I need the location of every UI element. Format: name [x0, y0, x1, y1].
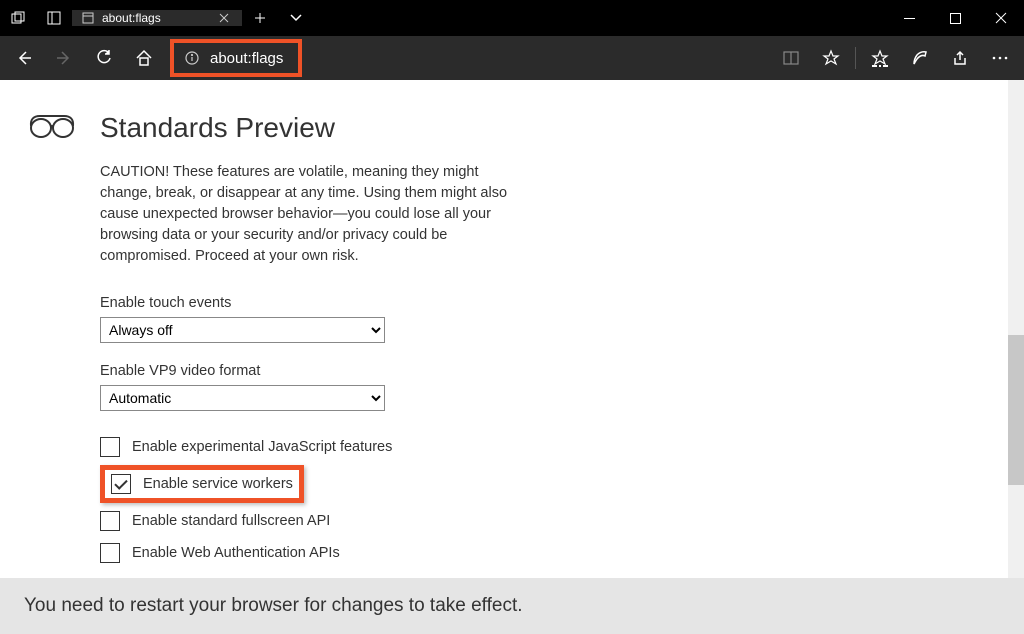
add-favorite-icon[interactable]: [811, 38, 851, 78]
address-bar-highlight: about:flags: [170, 39, 302, 77]
set-aside-tabs-icon[interactable]: [0, 11, 36, 25]
checkbox-row-fullscreen[interactable]: Enable standard fullscreen API: [100, 505, 520, 537]
more-icon[interactable]: [980, 38, 1020, 78]
checkbox[interactable]: [100, 543, 120, 563]
checkbox-label: Enable Web Authentication APIs: [132, 545, 340, 561]
caution-text: CAUTION! These features are volatile, me…: [100, 162, 520, 267]
maximize-button[interactable]: [932, 0, 978, 36]
page-title: Standards Preview: [100, 112, 520, 144]
vp9-label: Enable VP9 video format: [100, 363, 520, 379]
scrollbar-thumb[interactable]: [1008, 335, 1024, 485]
goggles-icon: [28, 112, 76, 569]
back-button[interactable]: [4, 38, 44, 78]
tab-close-button[interactable]: [216, 10, 232, 26]
checkbox-row-js[interactable]: Enable experimental JavaScript features: [100, 431, 520, 463]
toolbar-separator: [855, 47, 856, 69]
checkbox[interactable]: [100, 437, 120, 457]
touch-events-select[interactable]: Always off: [100, 317, 385, 343]
checkbox[interactable]: [100, 511, 120, 531]
minimize-button[interactable]: [886, 0, 932, 36]
tab-title: about:flags: [102, 11, 161, 25]
web-notes-icon[interactable]: [900, 38, 940, 78]
vp9-select[interactable]: Automatic: [100, 385, 385, 411]
browser-tab[interactable]: about:flags: [72, 10, 242, 26]
highlight-service-workers: Enable service workers: [100, 465, 304, 503]
checkbox-label: Enable standard fullscreen API: [132, 513, 330, 529]
toolbar: about:flags: [0, 36, 1024, 80]
reading-view-icon[interactable]: [771, 38, 811, 78]
checkbox[interactable]: [111, 474, 131, 494]
checkbox-row-webauthn[interactable]: Enable Web Authentication APIs: [100, 537, 520, 569]
address-bar-text[interactable]: about:flags: [210, 50, 290, 67]
show-tabs-icon[interactable]: [36, 11, 72, 25]
tab-preview-chevron-icon[interactable]: [278, 13, 314, 23]
home-button[interactable]: [124, 38, 164, 78]
forward-button[interactable]: [44, 38, 84, 78]
new-tab-button[interactable]: [242, 12, 278, 24]
title-bar: about:flags: [0, 0, 1024, 36]
checkbox-label: Enable experimental JavaScript features: [132, 439, 392, 455]
favorites-hub-icon[interactable]: [860, 38, 900, 78]
close-window-button[interactable]: [978, 0, 1024, 36]
refresh-button[interactable]: [84, 38, 124, 78]
info-icon[interactable]: [182, 51, 202, 65]
share-icon[interactable]: [940, 38, 980, 78]
checkbox-label: Enable service workers: [143, 476, 293, 492]
touch-events-label: Enable touch events: [100, 295, 520, 311]
restart-banner: You need to restart your browser for cha…: [0, 578, 1024, 634]
page-icon: [82, 12, 94, 24]
restart-message: You need to restart your browser for cha…: [24, 595, 523, 617]
scrollbar[interactable]: [1008, 80, 1024, 578]
